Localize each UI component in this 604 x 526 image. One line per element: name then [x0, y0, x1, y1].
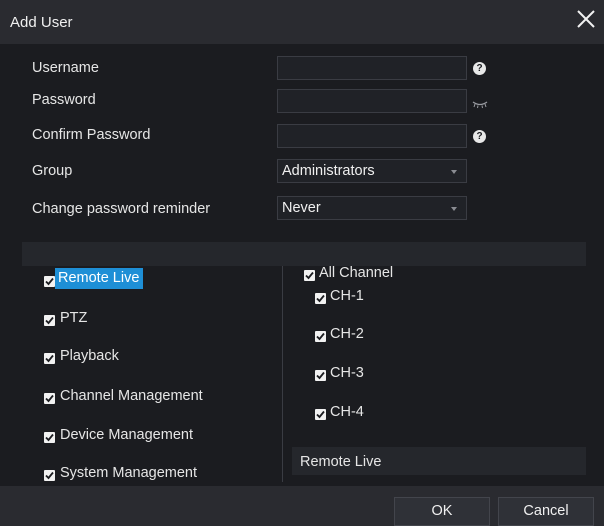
checkbox-icon[interactable]	[304, 270, 315, 281]
checkbox-icon[interactable]	[315, 293, 326, 304]
username-label: Username	[32, 60, 99, 76]
permission-item[interactable]: Channel Management	[60, 388, 203, 404]
checkbox-icon[interactable]	[44, 470, 55, 481]
confirm-password-label: Confirm Password	[32, 127, 151, 143]
checkbox-icon[interactable]	[315, 331, 326, 342]
section-divider	[22, 242, 586, 266]
checkbox-icon[interactable]	[44, 393, 55, 404]
permission-item[interactable]: Remote Live	[55, 268, 144, 289]
cancel-button[interactable]: Cancel	[498, 497, 594, 526]
permission-item[interactable]: System Management	[60, 465, 197, 481]
checkbox-icon[interactable]	[44, 315, 55, 326]
reminder-select[interactable]: Never	[277, 196, 467, 220]
permission-item[interactable]: PTZ	[60, 310, 87, 326]
password-label: Password	[32, 92, 96, 108]
group-label: Group	[32, 163, 73, 179]
permission-item[interactable]: Playback	[60, 348, 119, 364]
username-input[interactable]	[277, 56, 467, 80]
password-input[interactable]	[277, 89, 467, 113]
close-icon[interactable]	[575, 8, 597, 30]
chevron-down-icon	[451, 207, 457, 211]
checkbox-icon[interactable]	[44, 276, 55, 287]
checkbox-icon[interactable]	[44, 432, 55, 443]
help-icon[interactable]: ?	[473, 62, 486, 75]
reminder-select-value: Never	[282, 200, 321, 216]
confirm-password-input[interactable]	[277, 124, 467, 148]
channel-item[interactable]: CH-1	[330, 288, 364, 304]
permission-info-text: Remote Live	[300, 454, 382, 470]
channel-item[interactable]: CH-4	[330, 404, 364, 420]
all-channel-label[interactable]: All Channel	[319, 265, 393, 281]
dialog-title: Add User	[10, 14, 73, 31]
channel-item[interactable]: CH-2	[330, 326, 364, 342]
reminder-label: Change password reminder	[32, 201, 211, 217]
eye-icon[interactable]	[472, 96, 488, 109]
column-divider	[282, 266, 283, 482]
checkbox-icon[interactable]	[315, 409, 326, 420]
dialog-titlebar: Add User	[0, 0, 604, 44]
help-icon[interactable]: ?	[473, 130, 486, 143]
permission-info-panel: Remote Live	[292, 447, 586, 475]
permission-item[interactable]: Device Management	[60, 427, 193, 443]
group-select[interactable]: Administrators	[277, 159, 467, 183]
chevron-down-icon	[451, 170, 457, 174]
checkbox-icon[interactable]	[315, 370, 326, 381]
checkbox-icon[interactable]	[44, 353, 55, 364]
group-select-value: Administrators	[282, 163, 375, 179]
channel-item[interactable]: CH-3	[330, 365, 364, 381]
ok-button[interactable]: OK	[394, 497, 490, 526]
